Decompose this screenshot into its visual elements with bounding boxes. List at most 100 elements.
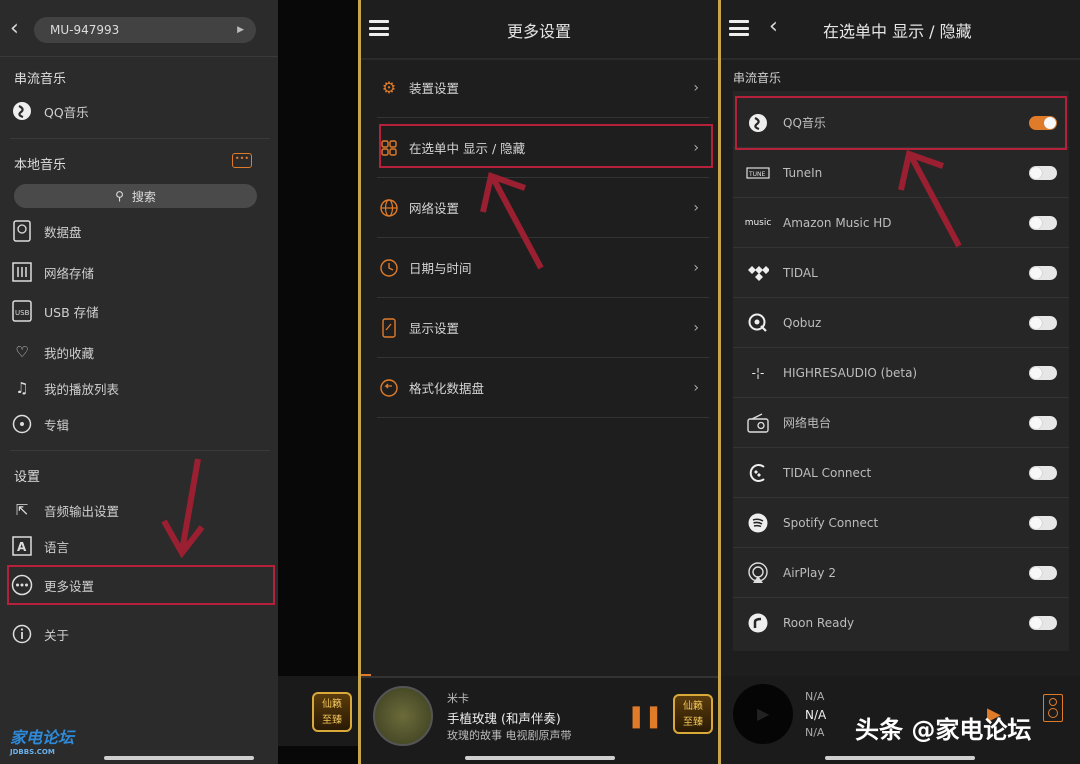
- album-art[interactable]: ▶: [733, 684, 793, 744]
- page-title: 更多设置: [507, 22, 572, 41]
- globe-icon: [377, 196, 401, 220]
- chevron-right-icon: ›: [693, 379, 699, 396]
- show-hide-screen: ‹ 在选单中 显示 / 隐藏 串流音乐 QQ音乐 TUNE TuneIn mus…: [721, 0, 1080, 764]
- service-toggle[interactable]: [1029, 616, 1057, 630]
- drawer-item-label: USB 存储: [44, 304, 99, 320]
- divider: [0, 56, 278, 57]
- album-art[interactable]: [373, 686, 433, 746]
- row-label: 装置设置: [409, 81, 460, 96]
- home-indicator: [465, 756, 615, 760]
- hq-badge: 仙籁 至臻: [673, 694, 713, 734]
- disk-icon: [10, 219, 34, 243]
- top-bar: 更多设置: [361, 0, 718, 58]
- service-toggle[interactable]: [1029, 216, 1057, 230]
- dimmed-background[interactable]: [278, 0, 358, 764]
- radio-icon: [745, 410, 771, 436]
- artist-name: 米卡: [447, 692, 469, 705]
- settings-row-format[interactable]: 格式化数据盘 ›: [377, 358, 709, 418]
- drawer-item-audio-output[interactable]: ⇱ 音频输出设置: [10, 495, 270, 525]
- service-toggle[interactable]: [1029, 316, 1057, 330]
- service-label: Spotify Connect: [783, 515, 879, 530]
- track-title: 手植玫瑰 (和声伴奏): [447, 711, 561, 726]
- tidal-icon: [745, 260, 771, 286]
- search-label: 搜索: [131, 189, 156, 204]
- settings-row-display[interactable]: 显示设置 ›: [377, 298, 709, 358]
- pause-icon[interactable]: ❚❚: [627, 704, 663, 729]
- settings-row-device[interactable]: ⚙ 装置设置 ›: [377, 58, 709, 118]
- hamburger-menu-icon[interactable]: [369, 20, 389, 36]
- drawer-item-favorites[interactable]: ♡ 我的收藏: [10, 337, 270, 367]
- drawer-item-language[interactable]: A 语言: [10, 531, 270, 561]
- nas-icon: [10, 260, 34, 284]
- clock-icon: [377, 256, 401, 280]
- service-toggle[interactable]: [1029, 266, 1057, 280]
- svg-text:TUNE: TUNE: [748, 171, 766, 178]
- hamburger-menu-icon[interactable]: [729, 20, 749, 36]
- heart-icon: ♡: [15, 343, 29, 361]
- caret-right-icon: ▶: [237, 25, 244, 35]
- divider: [10, 450, 270, 451]
- player-line-2: N/A: [805, 708, 827, 722]
- drawer-item-disk[interactable]: 数据盘: [10, 216, 270, 246]
- service-toggle[interactable]: [1029, 166, 1057, 180]
- search-button[interactable]: ⚲ 搜索: [14, 184, 257, 208]
- drawer-item-nas[interactable]: 网络存储: [10, 257, 270, 287]
- drawer-item-label: 我的收藏: [44, 345, 95, 361]
- qobuz-icon: [745, 310, 771, 336]
- service-row-airplay: AirPlay 2: [733, 548, 1069, 598]
- drawer-item-usb[interactable]: USB USB 存储: [10, 296, 270, 326]
- service-row-radio: 网络电台: [733, 398, 1069, 448]
- highlight-box: [379, 124, 713, 168]
- service-toggle[interactable]: [1029, 566, 1057, 580]
- player-line-1: N/A: [805, 690, 825, 703]
- service-label: Amazon Music HD: [783, 215, 892, 230]
- section-streaming: 串流音乐: [14, 72, 67, 87]
- tidal-connect-icon: [745, 460, 771, 486]
- service-row-tidal-connect: TIDAL Connect: [733, 448, 1069, 498]
- service-row-highresaudio: -¦- HIGHRESAUDIO (beta): [733, 348, 1069, 398]
- airplay-icon: [745, 560, 771, 586]
- album-name: 玫瑰的故事 电视剧原声带: [447, 729, 572, 742]
- row-label: 网络设置: [409, 201, 460, 216]
- service-label: TIDAL Connect: [783, 465, 872, 480]
- more-settings-screen: 更多设置 ⚙ 装置设置 › 在选单中 显示 / 隐藏 › 网络设置 › 日期与时…: [361, 0, 718, 764]
- album-icon: [10, 412, 34, 436]
- drawer-item-qq-music[interactable]: QQ音乐: [10, 96, 270, 126]
- playlist-icon: ♫: [15, 379, 29, 397]
- hq-badge: 仙籁 至臻: [312, 692, 352, 732]
- display-icon: [377, 316, 401, 340]
- service-toggle[interactable]: [1029, 466, 1057, 480]
- annotation-arrow: [480, 172, 544, 270]
- service-label: 网络电台: [783, 416, 832, 430]
- service-toggle[interactable]: [1029, 516, 1057, 530]
- device-selector[interactable]: MU-947993 ▶: [34, 17, 256, 43]
- back-icon[interactable]: ‹: [769, 14, 778, 39]
- amazon-music-icon: music: [744, 217, 772, 228]
- service-row-qobuz: Qobuz: [733, 298, 1069, 348]
- speaker-icon[interactable]: [1043, 694, 1063, 722]
- service-label: HIGHRESAUDIO (beta): [783, 365, 918, 380]
- row-label: 日期与时间: [409, 261, 472, 276]
- drawer-item-album[interactable]: 专辑: [10, 409, 270, 439]
- back-icon[interactable]: ‹: [10, 16, 19, 42]
- service-toggle[interactable]: [1029, 416, 1057, 430]
- service-label: TIDAL: [783, 265, 818, 280]
- service-toggle[interactable]: [1029, 366, 1057, 380]
- chat-icon[interactable]: •••: [232, 153, 252, 168]
- now-playing-bar[interactable]: 米卡 手植玫瑰 (和声伴奏) 玫瑰的故事 电视剧原声带 ❚❚ 仙籁 至臻: [361, 676, 718, 764]
- spotify-icon: [745, 510, 771, 536]
- svg-text:USB: USB: [15, 309, 30, 317]
- audio-output-icon: ⇱: [15, 501, 29, 519]
- drawer-item-playlist[interactable]: ♫ 我的播放列表: [10, 373, 270, 403]
- format-icon: [377, 376, 401, 400]
- home-indicator: [825, 756, 975, 760]
- drawer-item-label: 语言: [44, 539, 70, 555]
- mini-player-peek[interactable]: 仙籁 至臻: [278, 676, 358, 746]
- service-row-spotify: Spotify Connect: [733, 498, 1069, 548]
- svg-text:A: A: [17, 540, 27, 554]
- drawer-item-about[interactable]: 关于: [10, 619, 270, 649]
- annotation-arrow: [161, 458, 205, 559]
- service-label: Roon Ready: [783, 616, 855, 630]
- jdbbs-logo: 家电论坛 JDBBS.COM: [10, 728, 75, 756]
- service-label: Qobuz: [783, 315, 822, 330]
